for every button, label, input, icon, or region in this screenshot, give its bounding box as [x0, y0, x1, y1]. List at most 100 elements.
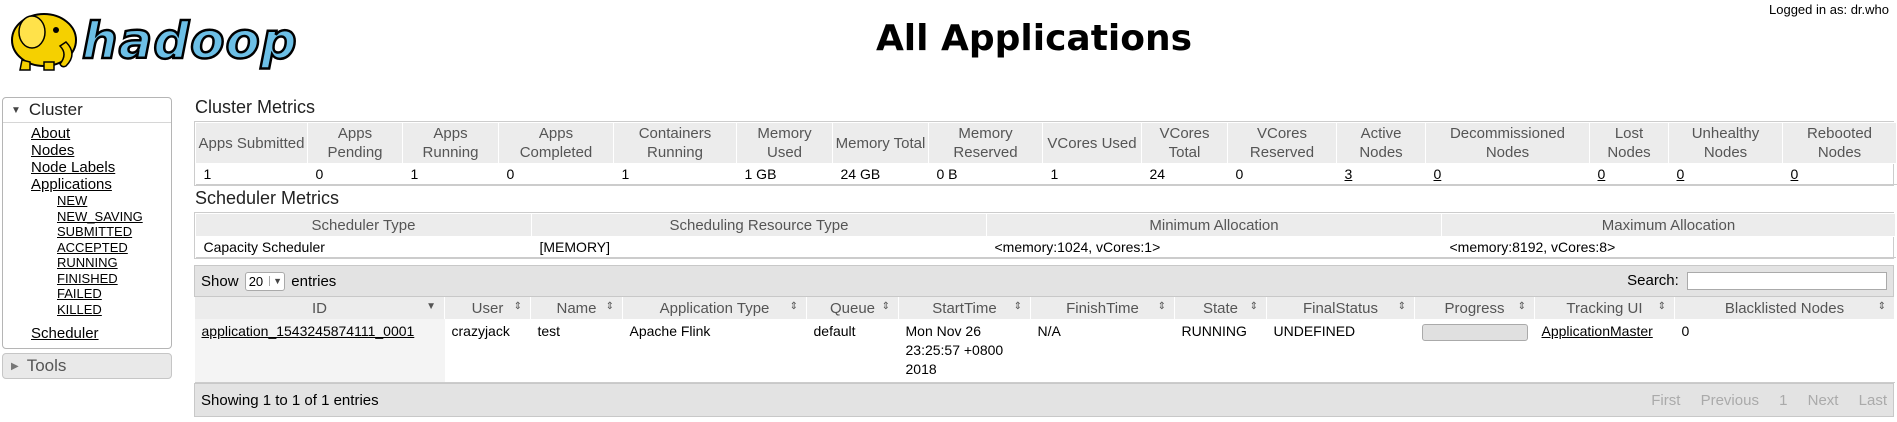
- pager-next-button[interactable]: Next: [1808, 392, 1839, 409]
- main-content: Cluster Metrics Apps Submitted Apps Pend…: [194, 97, 1897, 417]
- app-type: Apache Flink: [622, 319, 807, 383]
- metric-header: Containers Running: [613, 122, 737, 164]
- pager-last-button[interactable]: Last: [1859, 392, 1887, 409]
- app-blacklisted-nodes: 0: [1674, 319, 1895, 383]
- column-header-user[interactable]: User ⇕: [444, 297, 531, 319]
- sort-icon: ⇕: [1657, 301, 1666, 312]
- pager-previous-button[interactable]: Previous: [1701, 392, 1759, 409]
- pagination: First Previous 1 Next Last: [1635, 392, 1887, 409]
- metric-containers-running: 1: [613, 163, 737, 185]
- sort-icon: ⇕: [1517, 301, 1526, 312]
- scheduler-metrics-value-row: Capacity Scheduler [MEMORY] <memory:1024…: [195, 236, 1896, 258]
- progress-bar: [1421, 324, 1528, 341]
- nav-state-killed[interactable]: KILLED: [57, 302, 171, 318]
- nav-state-finished[interactable]: FINISHED: [57, 271, 171, 287]
- nav-state-failed[interactable]: FAILED: [57, 286, 171, 302]
- pager-first-button[interactable]: First: [1651, 392, 1680, 409]
- metric-lost-nodes-link[interactable]: 0: [1598, 166, 1606, 182]
- metric-vcores-reserved: 0: [1227, 163, 1337, 185]
- sort-icon: ⇕: [1397, 301, 1406, 312]
- scheduling-resource-type: [MEMORY]: [531, 236, 987, 258]
- tracking-ui-link[interactable]: ApplicationMaster: [1542, 323, 1653, 339]
- nav-nodes-link[interactable]: Nodes: [31, 142, 171, 159]
- scheduler-header: Scheduling Resource Type: [531, 213, 987, 237]
- apps-table-footer: Showing 1 to 1 of 1 entries First Previo…: [194, 383, 1894, 417]
- column-header-type[interactable]: Application Type ⇕: [622, 297, 807, 319]
- metric-header: Memory Total: [832, 122, 929, 164]
- cluster-header[interactable]: ▼ Cluster: [3, 98, 171, 122]
- metric-apps-running: 1: [402, 163, 499, 185]
- sort-icon: ⇕: [513, 301, 522, 312]
- nav-state-new[interactable]: NEW: [57, 193, 171, 209]
- table-row: application_1543245874111_0001 crazyjack…: [194, 319, 1895, 383]
- app-progress-cell: [1414, 319, 1535, 383]
- metric-apps-completed: 0: [498, 163, 614, 185]
- cluster-metrics-header-row: Apps Submitted Apps Pending Apps Running…: [195, 122, 1897, 164]
- maximum-allocation: <memory:8192, vCores:8>: [1441, 236, 1896, 258]
- column-header-state[interactable]: State ⇕: [1174, 297, 1267, 319]
- metric-unhealthy-nodes-link[interactable]: 0: [1677, 166, 1685, 182]
- sort-icon: ⇕: [881, 301, 890, 312]
- scheduler-type: Capacity Scheduler: [195, 236, 532, 258]
- nav-state-running[interactable]: RUNNING: [57, 255, 171, 271]
- tools-section[interactable]: ▶ Tools: [2, 353, 172, 379]
- search-label: Search:: [1627, 271, 1679, 289]
- tools-label: Tools: [26, 356, 67, 375]
- pager-page-1-button[interactable]: 1: [1779, 392, 1787, 409]
- metric-header: Apps Running: [402, 122, 499, 164]
- column-header-finishtime[interactable]: FinishTime ⇕: [1030, 297, 1175, 319]
- metric-header: Apps Completed: [498, 122, 614, 164]
- nav-applications-link[interactable]: Applications: [31, 176, 171, 193]
- app-queue: default: [806, 319, 899, 383]
- scheduler-metrics-table: Scheduler Type Scheduling Resource Type …: [195, 213, 1896, 258]
- page-size-select[interactable]: 20 ▼: [244, 271, 286, 291]
- column-header-starttime[interactable]: StartTime ⇕: [898, 297, 1031, 319]
- minimum-allocation: <memory:1024, vCores:1>: [986, 236, 1442, 258]
- cluster-metrics-title: Cluster Metrics: [195, 97, 316, 117]
- column-header-queue[interactable]: Queue ⇕: [806, 297, 899, 319]
- nav-state-submitted[interactable]: SUBMITTED: [57, 224, 171, 240]
- column-header-id[interactable]: ID ▼: [194, 297, 445, 319]
- column-header-name[interactable]: Name ⇕: [530, 297, 623, 319]
- cluster-label: Cluster: [28, 100, 83, 119]
- metric-decommissioned-nodes-link[interactable]: 0: [1434, 166, 1442, 182]
- entries-label: entries: [291, 272, 337, 290]
- application-state-links: NEW NEW_SAVING SUBMITTED ACCEPTED RUNNIN…: [31, 193, 171, 317]
- app-finish-time: N/A: [1030, 319, 1175, 383]
- metric-header: Memory Reserved: [928, 122, 1043, 164]
- search-input[interactable]: [1687, 272, 1887, 291]
- application-id-link[interactable]: application_1543245874111_0001: [202, 323, 415, 339]
- sort-icon: ⇕: [1157, 301, 1166, 312]
- app-final-status: UNDEFINED: [1266, 319, 1415, 383]
- column-header-finalstatus[interactable]: FinalStatus ⇕: [1266, 297, 1415, 319]
- page-size-value: 20: [248, 273, 264, 289]
- show-label: Show: [201, 272, 239, 290]
- sort-icon: ⇕: [1249, 301, 1258, 312]
- metric-apps-submitted: 1: [195, 163, 308, 185]
- sort-icon: ⇕: [1013, 301, 1022, 312]
- column-header-blacklisted[interactable]: Blacklisted Nodes ⇕: [1674, 297, 1895, 319]
- scheduler-header: Minimum Allocation: [986, 213, 1442, 237]
- column-header-progress[interactable]: Progress ⇕: [1414, 297, 1535, 319]
- app-start-time: Mon Nov 26 23:25:57 +0800 2018: [898, 319, 1031, 383]
- nav-state-accepted[interactable]: ACCEPTED: [57, 240, 171, 256]
- nav-scheduler-link[interactable]: Scheduler: [31, 325, 171, 342]
- nav-state-new-saving[interactable]: NEW_SAVING: [57, 209, 171, 225]
- metric-active-nodes-link[interactable]: 3: [1345, 166, 1353, 182]
- cluster-links: About Nodes Node Labels Applications NEW…: [3, 122, 171, 348]
- caret-down-icon: ▼: [11, 104, 21, 116]
- metric-header: Decommissioned Nodes: [1425, 122, 1590, 164]
- nav-node-labels-link[interactable]: Node Labels: [31, 159, 171, 176]
- nav-about-link[interactable]: About: [31, 125, 171, 142]
- metric-memory-reserved: 0 B: [928, 163, 1043, 185]
- sort-icon: ⇕: [789, 301, 798, 312]
- app-state: RUNNING: [1174, 319, 1267, 383]
- chevron-down-icon: ▼: [269, 276, 282, 286]
- metric-rebooted-nodes-link[interactable]: 0: [1791, 166, 1799, 182]
- column-header-tracking-ui[interactable]: Tracking UI ⇕: [1534, 297, 1675, 319]
- metric-memory-total: 24 GB: [832, 163, 929, 185]
- cluster-metrics-value-row: 1 0 1 0 1 1 GB 24 GB 0 B 1 24 0 3 0 0 0 …: [195, 163, 1897, 185]
- metric-header: VCores Used: [1042, 122, 1142, 164]
- scheduler-metrics-title: Scheduler Metrics: [195, 188, 340, 208]
- metric-header: Active Nodes: [1336, 122, 1426, 164]
